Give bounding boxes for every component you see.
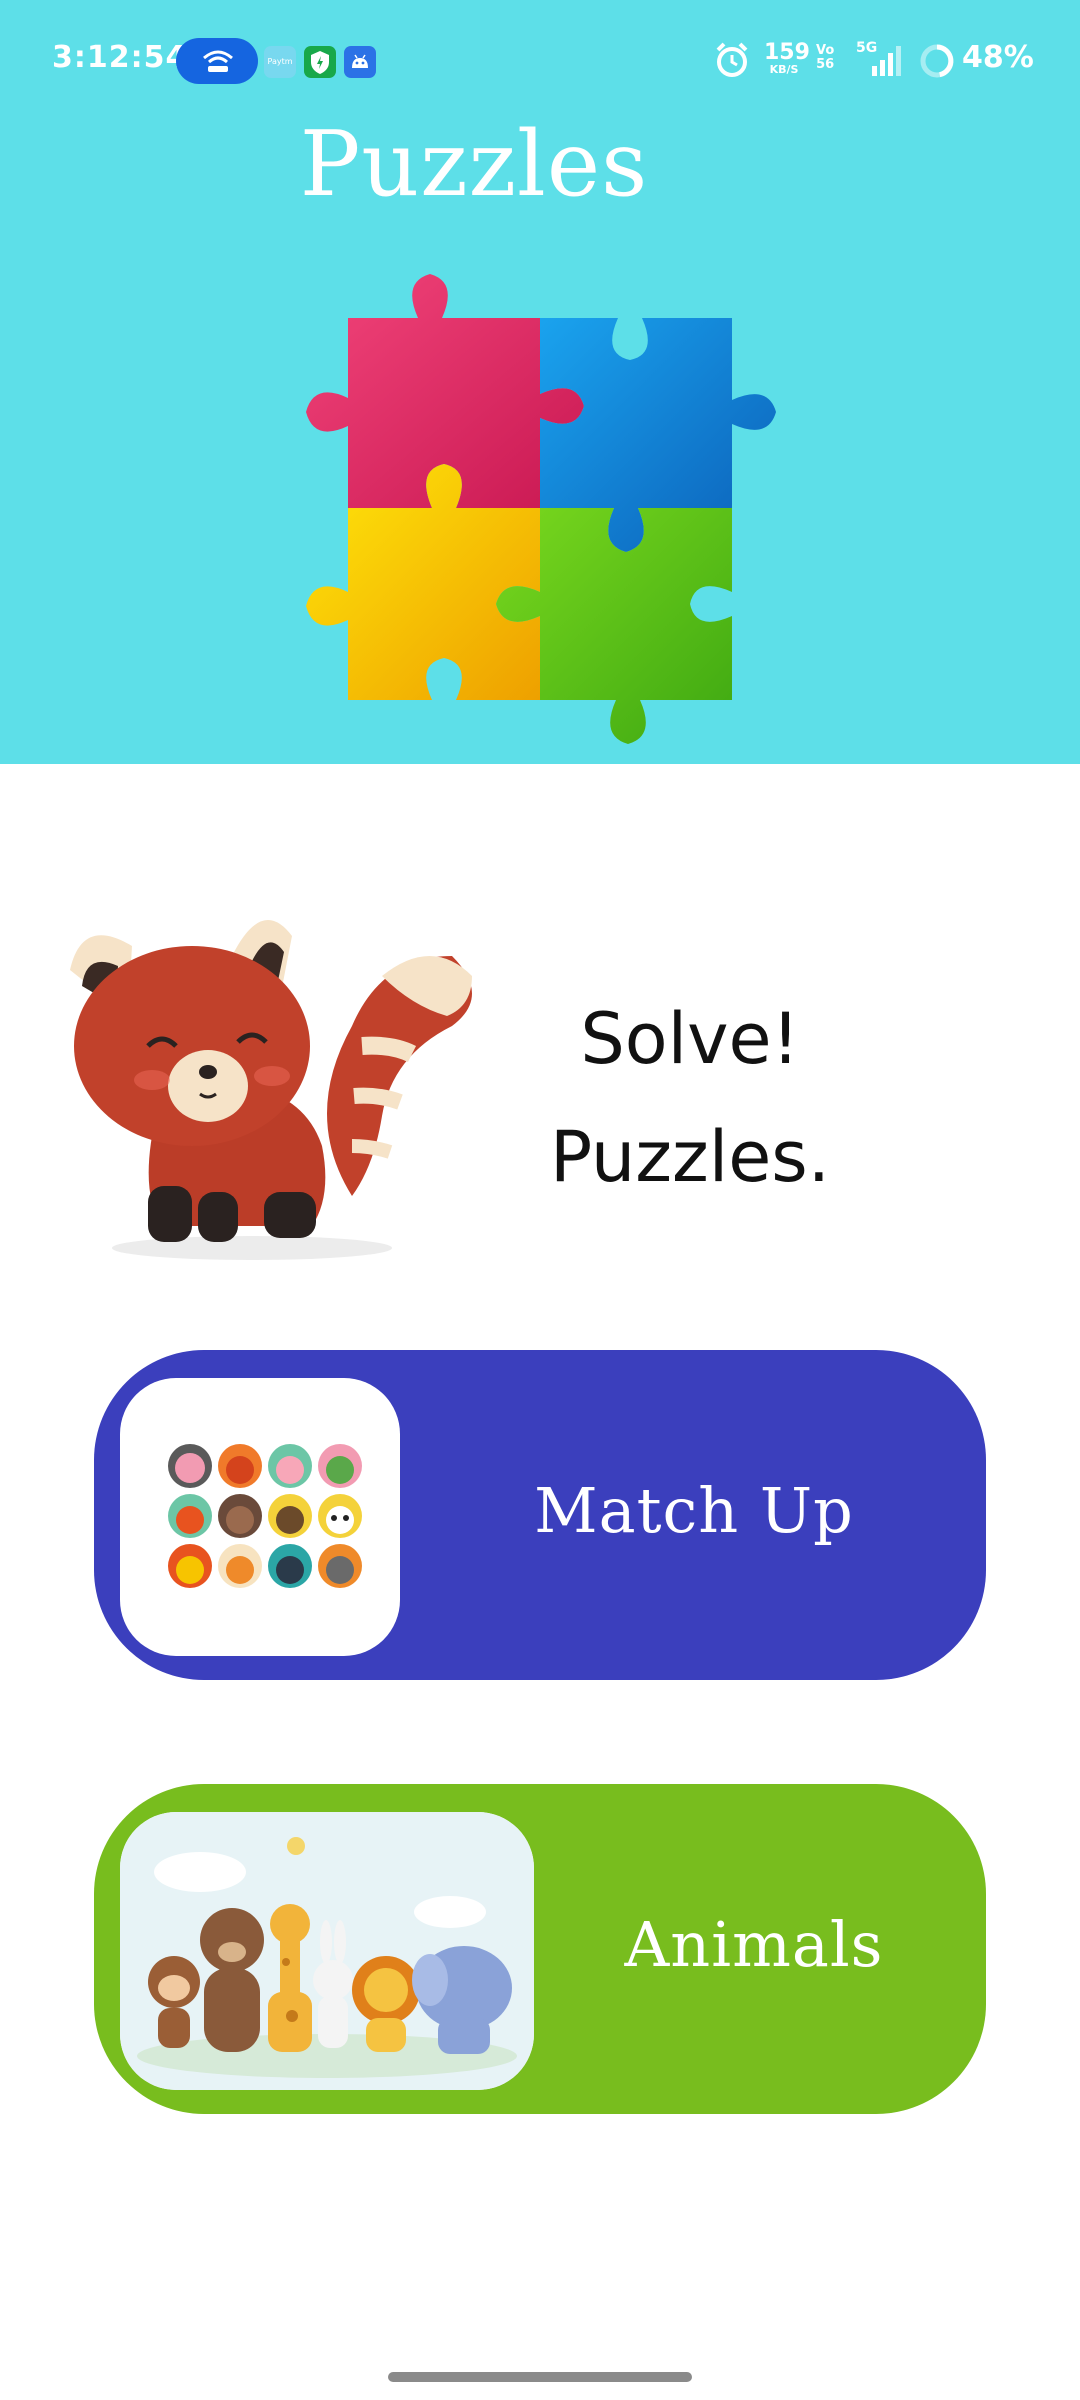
animals-label: Animals <box>624 1908 884 1981</box>
hotspot-indicator <box>176 38 258 84</box>
animals-thumbnail <box>120 1812 534 2090</box>
animal-group-illustration <box>120 1812 534 2090</box>
android-icon <box>344 46 376 78</box>
status-bar: 3:12:54 Paytm 159 KB/S Vo 56 5G 48% <box>0 0 1080 122</box>
hotspot-icon <box>203 50 233 72</box>
animals-button[interactable]: Animals <box>94 1784 986 2114</box>
match-up-thumbnail <box>120 1378 400 1656</box>
volte-bottom: 56 <box>816 57 835 72</box>
shield-icon <box>304 46 336 78</box>
slogan-line-1: Solve! <box>580 998 800 1080</box>
alarm-icon <box>716 42 748 77</box>
red-panda-mascot <box>70 920 472 1260</box>
volte-top: Vo <box>816 43 835 58</box>
puzzle-pieces-illustration <box>306 274 776 744</box>
volte-indicator: Vo 56 <box>816 44 834 72</box>
home-indicator[interactable] <box>388 2372 692 2382</box>
battery-ring-icon <box>920 44 954 78</box>
slogan-text: Solve! Puzzles. <box>500 980 880 1216</box>
animal-faces-grid-icon <box>168 1444 362 1588</box>
network-speed-value: 159 <box>764 40 810 65</box>
match-up-label: Match Up <box>534 1474 854 1547</box>
paytm-icon: Paytm <box>264 46 296 78</box>
network-speed: 159 KB/S <box>764 42 810 76</box>
status-time: 3:12:54 <box>52 40 188 75</box>
match-up-button[interactable]: Match Up <box>94 1350 986 1680</box>
battery-percent: 48% <box>962 40 1034 75</box>
signal-strength-icon <box>872 46 901 76</box>
page-title: Puzzles <box>299 112 649 217</box>
network-speed-unit: KB/S <box>769 63 799 76</box>
slogan-line-2: Puzzles. <box>549 1116 831 1198</box>
